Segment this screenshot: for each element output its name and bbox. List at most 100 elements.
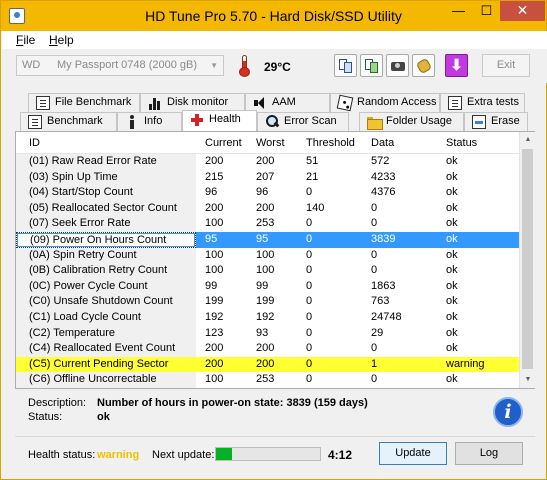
tab-extra-tests-label: Extra tests bbox=[467, 96, 519, 108]
cell-data: 1863 bbox=[371, 279, 396, 292]
cell-worst: 95 bbox=[256, 233, 269, 245]
menu-help-rest: elp bbox=[57, 33, 74, 47]
cell-status: ok bbox=[446, 311, 458, 323]
table-row[interactable]: (C4) Reallocated Event Count 200 200 0 0 ok bbox=[16, 341, 519, 357]
cell-id: (04) Start/Stop Count bbox=[16, 185, 196, 201]
drive-brand: WD bbox=[22, 59, 41, 71]
cell-status: ok bbox=[446, 279, 458, 292]
tab-aam[interactable]: AAM bbox=[245, 93, 330, 112]
col-data[interactable]: Data bbox=[371, 137, 394, 149]
cell-status: ok bbox=[446, 248, 458, 261]
cell-id: (0C) Power Cycle Count bbox=[16, 278, 196, 295]
download-arrow-icon[interactable]: ⬇ bbox=[445, 54, 468, 77]
cell-worst: 200 bbox=[256, 155, 275, 167]
vertical-scrollbar[interactable]: ▲ ▼ bbox=[519, 132, 535, 388]
table-row[interactable]: (09) Power On Hours Count 95 95 0 3839 ok bbox=[16, 232, 519, 248]
drive-select[interactable]: WD My Passport 0748 (2000 gB) ▼ bbox=[16, 55, 224, 76]
menu-bar: File Help bbox=[2, 31, 547, 49]
benchmark-icon bbox=[28, 115, 42, 129]
table-row[interactable]: (05) Reallocated Sector Count 200 200 140 0 o… bbox=[16, 200, 519, 217]
cell-id: (C2) Temperature bbox=[16, 325, 196, 342]
cell-current: 200 bbox=[205, 201, 224, 214]
cell-current: 200 bbox=[205, 342, 224, 355]
app-window: HD Tune Pro 5.70 - Hard Disk/SSD Utility… bbox=[0, 0, 547, 480]
col-current[interactable]: Current bbox=[205, 137, 242, 149]
tab-info[interactable]: Info bbox=[117, 112, 182, 131]
cell-worst: 93 bbox=[256, 326, 269, 339]
maximize-button[interactable]: ☐ bbox=[473, 1, 500, 21]
tab-benchmark[interactable]: Benchmark bbox=[20, 112, 117, 131]
scroll-up-icon[interactable]: ▲ bbox=[520, 132, 536, 148]
log-button[interactable]: Log bbox=[455, 442, 523, 465]
camera-icon[interactable] bbox=[386, 54, 409, 77]
table-row[interactable]: (07) Seek Error Rate 100 253 0 0 ok bbox=[16, 216, 519, 232]
menu-help[interactable]: Help bbox=[49, 33, 74, 47]
update-timer: 4:12 bbox=[328, 448, 353, 462]
copy-icon[interactable] bbox=[334, 54, 357, 77]
table-row[interactable]: (0C) Power Cycle Count 99 99 0 1863 ok bbox=[16, 278, 519, 295]
table-row[interactable]: (C1) Load Cycle Count 192 192 0 24748 ok bbox=[16, 310, 519, 326]
cell-data: 4376 bbox=[371, 186, 396, 199]
table-row[interactable]: (C2) Temperature 123 93 0 29 ok bbox=[16, 325, 519, 342]
table-row[interactable]: (C5) Current Pending Sector 200 200 0 1 warni… bbox=[16, 356, 519, 373]
cell-worst: 200 bbox=[256, 342, 275, 355]
close-button[interactable]: ✕ bbox=[500, 1, 545, 21]
dice-icon bbox=[336, 94, 354, 112]
cell-current: 100 bbox=[205, 217, 224, 230]
tab-disk-monitor-label: Disk monitor bbox=[167, 96, 229, 108]
tab-file-benchmark-label: File Benchmark bbox=[55, 96, 132, 108]
scrollbar-thumb[interactable] bbox=[522, 149, 533, 369]
cell-status: ok bbox=[446, 186, 458, 199]
tab-erase[interactable]: Erase bbox=[464, 112, 528, 131]
cell-data: 3839 bbox=[371, 233, 396, 245]
table-row[interactable]: (C0) Unsafe Shutdown Count 199 199 0 763 ok bbox=[16, 294, 519, 310]
table-row[interactable]: (C6) Offline Uncorrectable 100 253 0 0 ok bbox=[16, 372, 519, 388]
tab-file-benchmark[interactable]: File Benchmark bbox=[28, 93, 140, 112]
col-id[interactable]: ID bbox=[29, 137, 40, 149]
cell-current: 123 bbox=[205, 326, 224, 339]
cell-worst: 207 bbox=[256, 170, 275, 183]
scroll-down-icon[interactable]: ▼ bbox=[520, 372, 536, 388]
hand-icon[interactable] bbox=[412, 54, 435, 77]
copy-green-icon[interactable] bbox=[360, 54, 383, 77]
chevron-down-icon: ▼ bbox=[210, 61, 218, 70]
col-worst[interactable]: Worst bbox=[256, 137, 285, 149]
col-threshold[interactable]: Threshold bbox=[306, 137, 355, 149]
cell-worst: 99 bbox=[256, 279, 269, 292]
title-bar[interactable]: HD Tune Pro 5.70 - Hard Disk/SSD Utility… bbox=[1, 1, 546, 31]
cell-current: 215 bbox=[205, 170, 224, 183]
cell-data: 4233 bbox=[371, 170, 396, 183]
info-i-icon bbox=[125, 115, 139, 129]
cell-worst: 253 bbox=[256, 373, 275, 386]
col-status[interactable]: Status bbox=[446, 137, 477, 149]
update-button[interactable]: Update bbox=[379, 442, 447, 465]
cell-threshold: 0 bbox=[306, 373, 313, 386]
cell-status: ok bbox=[446, 264, 458, 277]
cell-data: 0 bbox=[371, 201, 378, 214]
tab-error-scan[interactable]: Error Scan bbox=[257, 112, 349, 131]
cell-threshold: 0 bbox=[306, 326, 313, 339]
tab-random-access[interactable]: Random Access bbox=[330, 93, 440, 112]
status-value: ok bbox=[97, 411, 110, 423]
cell-status: warning bbox=[446, 357, 485, 370]
exit-button[interactable]: Exit bbox=[482, 54, 530, 77]
tab-extra-tests[interactable]: Extra tests bbox=[440, 93, 525, 112]
cell-current: 99 bbox=[205, 279, 218, 292]
minimize-button[interactable]: — bbox=[445, 1, 472, 21]
menu-file[interactable]: File bbox=[16, 33, 35, 47]
tab-folder-usage[interactable]: Folder Usage bbox=[359, 112, 464, 131]
cell-threshold: 51 bbox=[306, 155, 319, 167]
table-row[interactable]: (04) Start/Stop Count 96 96 0 4376 ok bbox=[16, 185, 519, 201]
cell-status: ok bbox=[446, 373, 458, 386]
table-row[interactable]: (01) Raw Read Error Rate 200 200 51 572 ok bbox=[16, 154, 519, 170]
drive-name: My Passport 0748 (2000 gB) bbox=[57, 59, 198, 71]
tab-health[interactable]: Health bbox=[182, 110, 257, 131]
table-row[interactable]: (0A) Spin Retry Count 100 100 0 0 ok bbox=[16, 247, 519, 264]
cell-id: (0A) Spin Retry Count bbox=[16, 247, 196, 264]
cell-id: (C4) Reallocated Event Count bbox=[16, 341, 196, 357]
cell-worst: 100 bbox=[256, 248, 275, 261]
info-icon[interactable]: i bbox=[493, 397, 523, 427]
table-row[interactable]: (03) Spin Up Time 215 207 21 4233 ok bbox=[16, 169, 519, 186]
table-row[interactable]: (0B) Calibration Retry Count 100 100 0 0 ok bbox=[16, 263, 519, 279]
cell-current: 100 bbox=[205, 264, 224, 277]
